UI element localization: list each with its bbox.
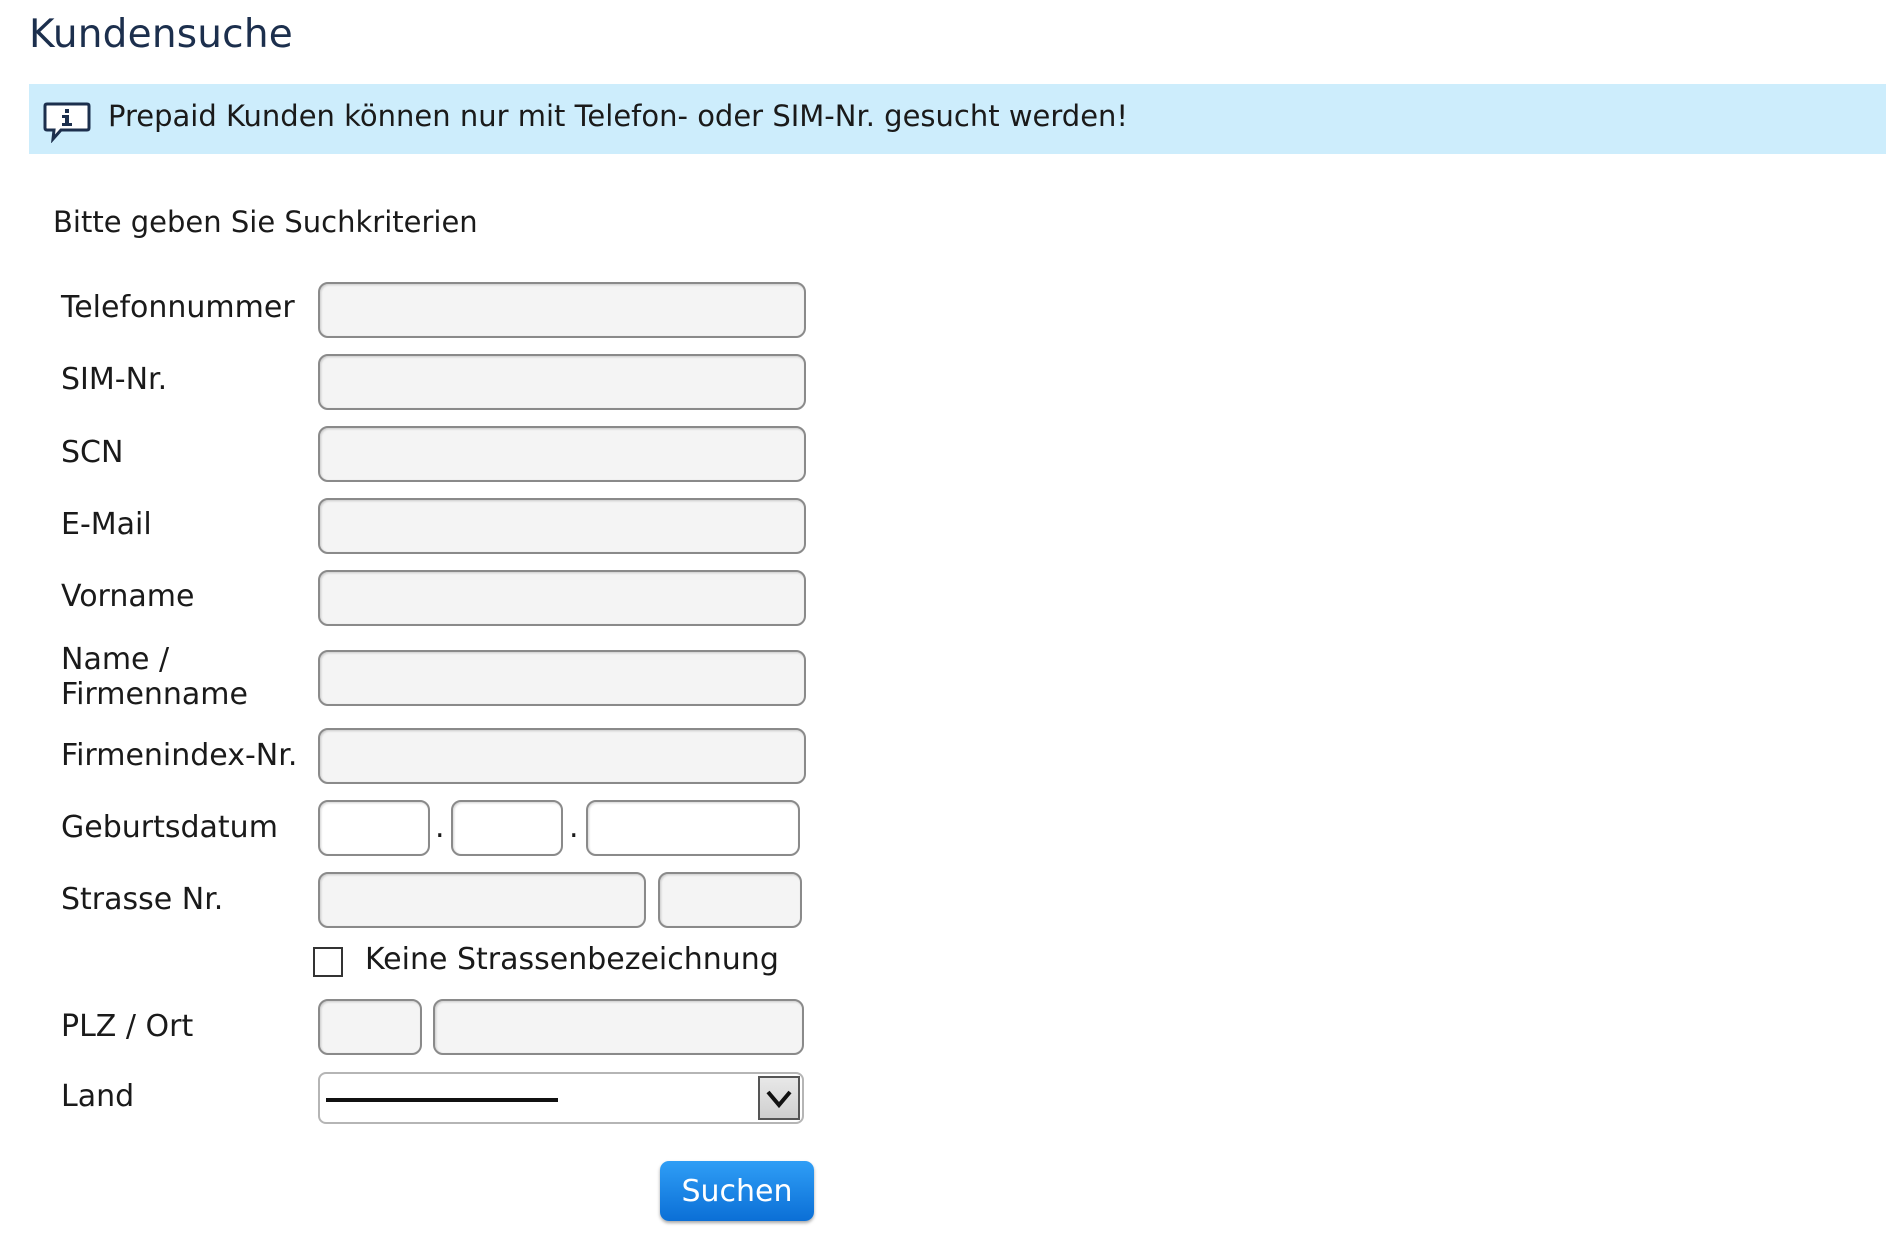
no-street-label: Keine Strassenbezeichnung bbox=[365, 942, 779, 977]
email-input[interactable] bbox=[318, 498, 806, 554]
customer-search-page: Kundensuche Prepaid Kunden können nur mi… bbox=[0, 0, 1886, 1250]
phone-label: Telefonnummer bbox=[61, 290, 295, 325]
birthdate-month-input[interactable] bbox=[451, 800, 563, 856]
zip-city-label: PLZ / Ort bbox=[61, 1009, 194, 1044]
info-speech-bubble-icon bbox=[43, 102, 91, 143]
name-label: Name / Firmenname bbox=[61, 642, 248, 712]
birthdate-year-input[interactable] bbox=[586, 800, 800, 856]
birthdate-day-input[interactable] bbox=[318, 800, 430, 856]
house-number-input[interactable] bbox=[658, 872, 802, 928]
country-select[interactable] bbox=[318, 1072, 804, 1124]
instruction-text: Bitte geben Sie Suchkriterien bbox=[53, 205, 478, 239]
sim-label: SIM-Nr. bbox=[61, 362, 168, 397]
birthdate-separator: . bbox=[569, 810, 579, 845]
dropdown-arrow-button[interactable] bbox=[758, 1076, 800, 1120]
no-street-checkbox[interactable] bbox=[313, 947, 343, 977]
scn-label: SCN bbox=[61, 435, 124, 470]
email-label: E-Mail bbox=[61, 507, 152, 542]
name-label-line2: Firmenname bbox=[61, 677, 248, 712]
info-message: Prepaid Kunden können nur mit Telefon- o… bbox=[108, 99, 1129, 133]
company-index-input[interactable] bbox=[318, 728, 806, 784]
sim-input[interactable] bbox=[318, 354, 806, 410]
page-title: Kundensuche bbox=[29, 12, 293, 57]
company-index-label: Firmenindex-Nr. bbox=[61, 738, 298, 773]
firstname-label: Vorname bbox=[61, 579, 195, 614]
info-banner: Prepaid Kunden können nur mit Telefon- o… bbox=[29, 84, 1886, 154]
country-label: Land bbox=[61, 1079, 135, 1114]
zip-input[interactable] bbox=[318, 999, 422, 1055]
name-input[interactable] bbox=[318, 650, 806, 706]
street-input[interactable] bbox=[318, 872, 646, 928]
street-label: Strasse Nr. bbox=[61, 882, 224, 917]
birthdate-label: Geburtsdatum bbox=[61, 810, 278, 845]
firstname-input[interactable] bbox=[318, 570, 806, 626]
birthdate-separator: . bbox=[435, 810, 445, 845]
country-select-placeholder-line bbox=[326, 1098, 558, 1102]
search-button[interactable]: Suchen bbox=[660, 1161, 814, 1221]
scn-input[interactable] bbox=[318, 426, 806, 482]
chevron-down-icon bbox=[766, 1090, 792, 1109]
city-input[interactable] bbox=[433, 999, 804, 1055]
phone-input[interactable] bbox=[318, 282, 806, 338]
name-label-line1: Name / bbox=[61, 642, 170, 677]
